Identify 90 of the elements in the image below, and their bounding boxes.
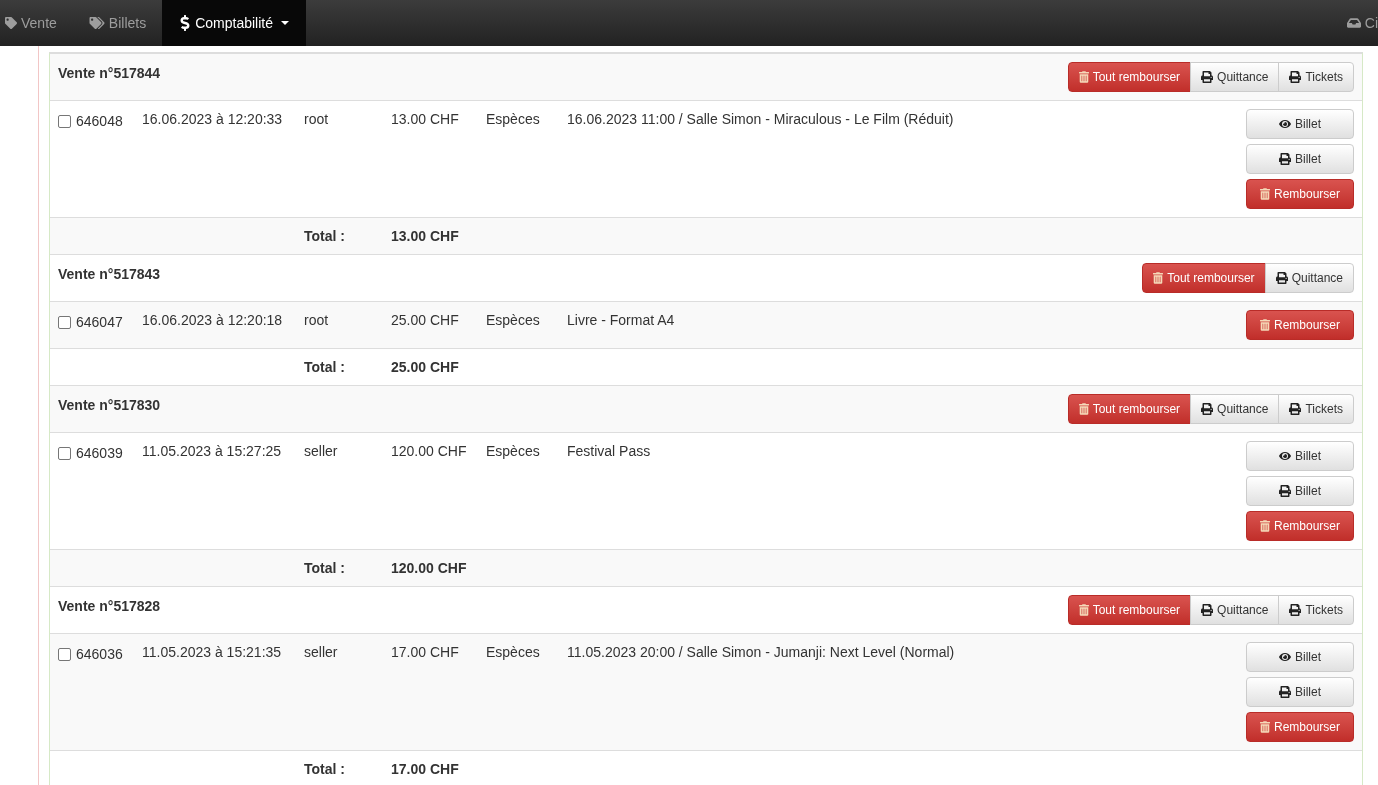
printer-icon xyxy=(1201,71,1214,83)
nav-tab[interactable]: Vente xyxy=(0,0,73,46)
refund-all-button[interactable]: Tout rembourser xyxy=(1067,595,1192,625)
view-ticket-button[interactable]: Billet xyxy=(1246,109,1354,139)
total-label: Total : xyxy=(304,759,346,779)
refund-button[interactable]: Rembourser xyxy=(1246,511,1354,541)
item-id: 646047 xyxy=(76,313,123,332)
date-cell-text: 16.06.2023 à 12:20:33 xyxy=(142,110,284,129)
amount-cell-text: 13.00 CHF xyxy=(391,110,460,129)
tags-icon xyxy=(88,17,105,29)
print-ticket-button[interactable]: Billet xyxy=(1246,677,1354,707)
printer-icon xyxy=(1279,485,1291,497)
printer-icon xyxy=(1289,604,1302,616)
total-label: Total : xyxy=(304,357,346,377)
user-cell-text: seller xyxy=(304,442,339,461)
total-amount: 120.00 CHF xyxy=(391,558,467,578)
refund-all-button[interactable]: Tout rembourser xyxy=(1067,394,1192,424)
payment-cell-text: Espèces xyxy=(486,110,541,129)
total-label: Total : xyxy=(304,558,346,578)
dollar-icon xyxy=(179,15,192,31)
print-ticket-button[interactable]: Billet xyxy=(1246,476,1354,506)
eye-icon xyxy=(1279,450,1291,462)
eye-icon xyxy=(1279,118,1291,130)
nav-link[interactable]: Ci xyxy=(1346,0,1378,46)
view-ticket-button[interactable]: Billet xyxy=(1246,642,1354,672)
trash-icon xyxy=(1078,403,1089,415)
sale-title: Vente n°517843 xyxy=(58,265,161,284)
checkbox[interactable] xyxy=(58,447,71,460)
print-button[interactable]: Quittance xyxy=(1190,62,1280,92)
nav-tab[interactable]: Comptabilité xyxy=(162,0,306,46)
total-amount: 25.00 CHF xyxy=(391,357,459,377)
date-cell-text: 16.06.2023 à 12:20:18 xyxy=(142,311,284,330)
item-id: 646039 xyxy=(76,444,123,463)
user-cell-text: seller xyxy=(304,643,339,662)
print-button[interactable]: Tickets xyxy=(1278,394,1354,424)
print-button[interactable]: Quittance xyxy=(1190,394,1280,424)
amount-cell-text: 17.00 CHF xyxy=(391,643,460,662)
date-cell-text: 11.05.2023 à 15:21:35 xyxy=(142,643,283,662)
trash-icon xyxy=(1153,272,1164,284)
inbox-icon xyxy=(1346,16,1361,30)
trash-icon xyxy=(1260,319,1270,331)
trash-icon xyxy=(1078,71,1089,83)
user-cell-text: root xyxy=(304,110,330,129)
total-amount: 17.00 CHF xyxy=(391,759,459,779)
sale-title: Vente n°517830 xyxy=(58,396,161,415)
trash-icon xyxy=(1260,721,1270,733)
refund-all-button[interactable]: Tout rembourser xyxy=(1067,62,1192,92)
checkbox[interactable] xyxy=(58,648,71,661)
payment-cell-text: Espèces xyxy=(486,643,541,662)
date-cell-text: 11.05.2023 à 15:27:25 xyxy=(142,442,283,461)
description-cell-text: Livre - Format A4 xyxy=(567,311,676,330)
refund-all-button[interactable]: Tout rembourser xyxy=(1142,263,1266,293)
printer-icon xyxy=(1279,686,1291,698)
print-button[interactable]: Quittance xyxy=(1190,595,1280,625)
tag-icon xyxy=(5,17,17,29)
eye-icon xyxy=(1279,651,1291,663)
printer-icon xyxy=(1201,604,1214,616)
printer-icon xyxy=(1275,272,1288,284)
description-cell-text: 16.06.2023 11:00 / Salle Simon - Miraculous - Le Film (Réduit) xyxy=(567,110,955,129)
sale-title: Vente n°517844 xyxy=(58,64,161,83)
refund-button[interactable]: Rembourser xyxy=(1246,712,1354,742)
checkbox[interactable] xyxy=(58,316,71,329)
refund-button[interactable]: Rembourser xyxy=(1246,179,1354,209)
payment-cell-text: Espèces xyxy=(486,442,541,461)
description-cell-text: Festival Pass xyxy=(567,442,652,461)
item-id: 646048 xyxy=(76,112,123,131)
printer-icon xyxy=(1201,403,1214,415)
trash-icon xyxy=(1260,520,1270,532)
nav-tab[interactable]: Billets xyxy=(72,0,163,46)
print-button[interactable]: Tickets xyxy=(1278,62,1354,92)
description-cell-text: 11.05.2023 20:00 / Salle Simon - Jumanji: Next Level (Normal) xyxy=(567,643,956,662)
printer-icon xyxy=(1289,403,1302,415)
amount-cell-text: 25.00 CHF xyxy=(391,311,460,330)
print-ticket-button[interactable]: Billet xyxy=(1246,144,1354,174)
view-ticket-button[interactable]: Billet xyxy=(1246,441,1354,471)
total-label: Total : xyxy=(304,226,346,246)
print-button[interactable]: Quittance xyxy=(1264,263,1354,293)
payment-cell-text: Espèces xyxy=(486,311,541,330)
sale-title: Vente n°517828 xyxy=(58,597,161,616)
checkbox[interactable] xyxy=(58,115,71,128)
item-id: 646036 xyxy=(76,645,123,664)
trash-icon xyxy=(1260,188,1270,200)
printer-icon xyxy=(1279,153,1291,165)
amount-cell-text: 120.00 CHF xyxy=(391,442,468,461)
printer-icon xyxy=(1289,71,1302,83)
print-button[interactable]: Tickets xyxy=(1278,595,1354,625)
trash-icon xyxy=(1078,604,1089,616)
refund-button[interactable]: Rembourser xyxy=(1246,310,1354,340)
user-cell-text: root xyxy=(304,311,330,330)
total-amount: 13.00 CHF xyxy=(391,226,459,246)
